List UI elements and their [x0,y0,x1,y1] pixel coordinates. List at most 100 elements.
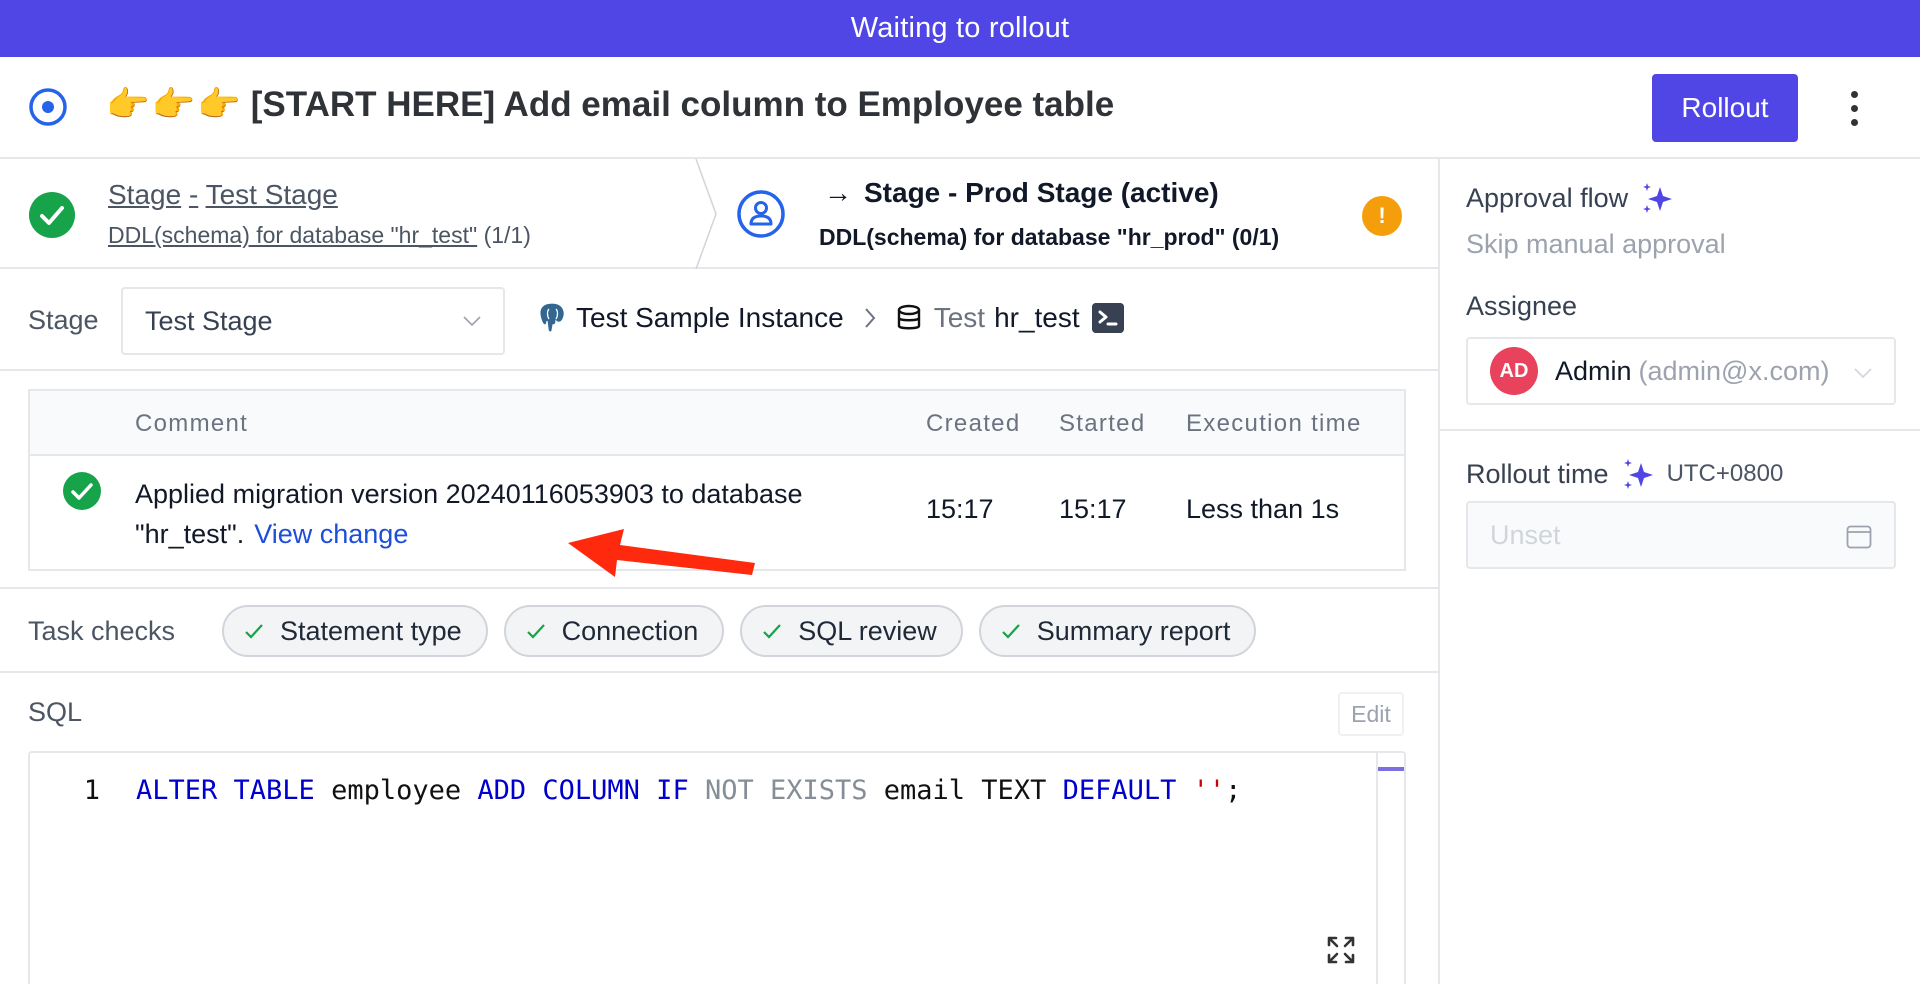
edit-sql-button[interactable]: Edit [1338,692,1404,736]
timezone-label: UTC+0800 [1666,460,1784,487]
task-check-label: SQL review [798,615,937,646]
expand-icon[interactable] [1326,935,1356,965]
sparkle-icon [1643,183,1673,213]
assignee-name: Admin [1555,355,1632,386]
sql-token: ADD COLUMN IF [477,775,689,806]
task-check-list: Statement type Connection SQL review Sum… [222,605,1257,657]
chevron-down-icon [463,316,481,327]
more-vertical-icon[interactable] [1838,85,1870,131]
assignee-select[interactable]: AD Admin (admin@x.com) [1466,337,1896,405]
stage-label: Stage [28,305,99,335]
stage-select[interactable]: Test Stage [121,287,505,355]
stage-name-link[interactable]: Test Stage [206,179,338,210]
stage-test-title[interactable]: Stage - Test Stage [108,179,338,211]
sql-token: employee [314,775,478,806]
pointer-right-icon: 👉 [151,85,196,124]
column-header-comment: Comment [135,410,249,437]
status-banner: Waiting to rollout [0,0,1920,57]
task-checks-label: Task checks [28,616,176,646]
check-circle-icon [29,192,75,238]
stage-prod-task-text[interactable]: DDL(schema) for database "hr_prod" [819,224,1226,250]
issue-title[interactable]: 👉 👉 👉 [START HERE] Add email column to Emp… [106,84,1114,125]
stage-prod-title-text: Stage - Prod Stage (active) [864,177,1219,208]
editor-scrollbar[interactable] [1376,753,1404,984]
task-run-comment: Applied migration version 20240116053903… [135,474,895,554]
view-change-link[interactable]: View change [254,519,408,549]
pointer-emojis: 👉 👉 👉 [106,84,241,125]
warning-icon: ! [1362,196,1402,236]
chevron-down-icon [1854,368,1872,379]
sql-code-line: 1 ALTER TABLE employee ADD COLUMN IF NOT … [30,775,1242,806]
column-header-created: Created [926,410,1021,437]
assignee-label: Assignee [1466,291,1578,321]
chevron-right-icon [864,308,876,328]
rollout-button[interactable]: Rollout [1652,74,1798,142]
breadcrumb: Test Sample Instance Test hr_test [536,301,1124,335]
task-check-statement-type[interactable]: Statement type [222,605,488,657]
table-header: Comment Created Started Execution time [30,391,1404,456]
sql-editor[interactable]: 1 ALTER TABLE employee ADD COLUMN IF NOT … [28,751,1406,984]
stage-prefix-link[interactable]: Stage [108,179,181,210]
scrollbar-marker [1378,767,1404,771]
stage-pipeline: Stage - Test Stage DDL(schema) for datab… [0,159,1438,269]
check-circle-icon [63,472,101,510]
arrow-right-icon: → [824,177,852,208]
approval-flow-label: Approval flow [1466,181,1674,215]
instance-link[interactable]: Test Sample Instance [576,302,844,334]
environment-label: Test [933,302,986,333]
stage-separator-chevron [695,159,717,269]
check-icon [245,624,263,639]
task-check-connection[interactable]: Connection [503,605,725,657]
postgresql-icon [539,302,565,333]
sql-token: NOT EXISTS [688,775,868,806]
column-header-execution-time: Execution time [1186,410,1362,437]
sidebar-divider [1440,429,1920,431]
task-run-table: Comment Created Started Execution time A… [28,389,1406,571]
approval-flow-label-text: Approval flow [1466,182,1629,213]
table-row: Applied migration version 20240116053903… [30,456,1404,571]
in-progress-circle-icon [29,88,67,126]
column-header-started: Started [1059,410,1146,437]
user-circle-icon [737,190,785,238]
terminal-icon[interactable] [1091,303,1124,333]
task-check-label: Summary report [1036,615,1231,646]
approval-flow-value: Skip manual approval [1466,229,1726,259]
sql-label: SQL [28,697,83,727]
line-number: 1 [83,775,100,806]
task-check-label: Connection [561,615,699,646]
database-icon [897,304,920,330]
issue-title-text[interactable]: [START HERE] Add email column to Employe… [251,85,1114,125]
task-checks-row: Task checks Statement type Connection SQ… [0,587,1438,673]
stage-selector-row: Stage Test Stage Test Sample Instance Te… [0,269,1438,371]
stage-prod-progress: (0/1) [1231,224,1280,250]
main-panel: Stage - Test Stage DDL(schema) for datab… [0,159,1438,984]
stage-test-task-link[interactable]: DDL(schema) for database "hr_test" [108,222,477,248]
pointer-right-icon: 👉 [106,85,150,124]
assignee-email: (admin@x.com) [1638,355,1830,386]
task-run-comment-text: Applied migration version 20240116053903… [135,479,803,549]
sql-token: DEFAULT [1062,775,1177,806]
stage-test-task[interactable]: DDL(schema) for database "hr_test" (1/1) [108,222,531,249]
check-icon [526,624,545,639]
task-check-label: Statement type [280,615,462,646]
stage-prod-task[interactable]: DDL(schema) for database "hr_prod" (0/1) [819,224,1279,251]
task-check-sql-review[interactable]: SQL review [740,605,963,657]
database-link[interactable]: hr_test [994,302,1080,334]
rollout-time-placeholder: Unset [1490,519,1561,550]
task-check-summary-report[interactable]: Summary report [978,605,1257,657]
sidebar: Approval flow Skip manual approval Assig… [1438,159,1920,984]
task-run-created: 15:17 [926,494,994,524]
sql-token: '' [1176,775,1226,806]
task-run-started: 15:17 [1059,494,1127,524]
sql-token: ALTER TABLE [136,775,315,806]
rollout-time-label-text: Rollout time [1466,458,1609,489]
rollout-time-input[interactable]: Unset [1466,501,1896,569]
avatar: AD [1490,347,1538,395]
calendar-icon[interactable] [1846,525,1872,549]
sql-token: email TEXT [867,775,1063,806]
rollout-time-label: Rollout time UTC+0800 [1466,457,1783,491]
check-icon [1001,624,1020,639]
stage-select-value: Test Stage [145,305,273,336]
stage-prod-title: → Stage - Prod Stage (active) [824,177,1219,209]
warning-mark: ! [1378,203,1386,228]
